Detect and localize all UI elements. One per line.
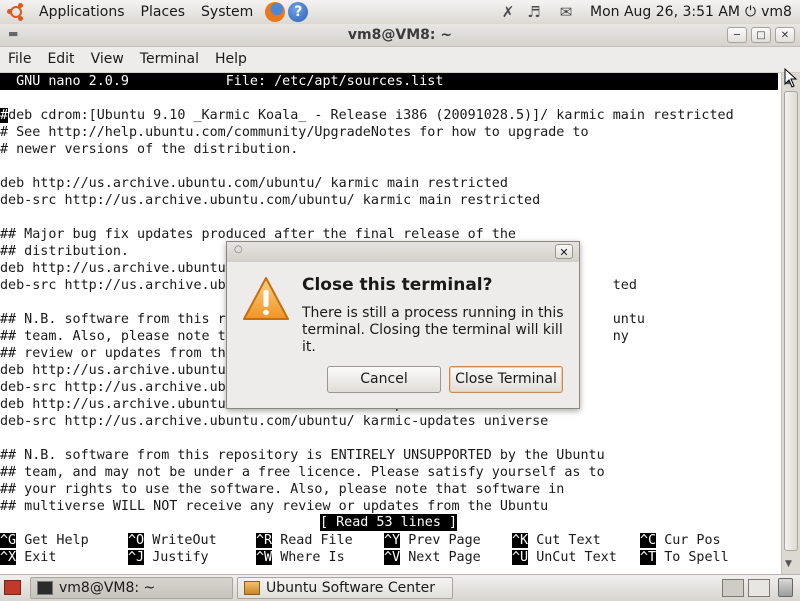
terminal-menubar: File Edit View Terminal Help bbox=[0, 47, 800, 73]
menu-file[interactable]: File bbox=[0, 47, 39, 72]
show-desktop-icon[interactable] bbox=[4, 580, 21, 595]
mouse-pointer-icon bbox=[784, 68, 798, 88]
help-launcher-icon[interactable]: ? bbox=[288, 2, 309, 22]
bottom-panel: vm8@VM8: ~ Ubuntu Software Center bbox=[0, 574, 800, 601]
file-line: ## multiverse WILL NOT receive any revie… bbox=[0, 499, 549, 514]
file-line: deb-src http://us.archive.ubuntu.com/ubu… bbox=[0, 193, 541, 208]
file-line: ## distribution. bbox=[0, 244, 129, 259]
menu-view[interactable]: View bbox=[83, 47, 132, 72]
close-terminal-dialog: ○ ✕ Close this terminal? There is still … bbox=[226, 241, 580, 409]
taskbar-terminal[interactable]: vm8@VM8: ~ bbox=[30, 577, 233, 599]
shortcut-read-file: ^R Read File bbox=[256, 533, 353, 548]
places-menu[interactable]: Places bbox=[133, 0, 194, 24]
cancel-button[interactable]: Cancel bbox=[327, 366, 441, 393]
user-menu[interactable]: ⏻ vm8 bbox=[745, 0, 792, 24]
taskbar-software-center[interactable]: Ubuntu Software Center bbox=[237, 577, 453, 599]
file-line: deb http://us.archive.ubuntu.com/ubuntu/… bbox=[0, 176, 508, 191]
power-icon: ⏻ bbox=[745, 4, 757, 20]
dialog-heading: Close this terminal? bbox=[302, 275, 493, 295]
file-line: ## N.B. software from this repository is… bbox=[0, 448, 605, 463]
shortcut-writeout: ^O WriteOut bbox=[128, 533, 217, 548]
close-terminal-button[interactable]: Close Terminal bbox=[449, 366, 563, 393]
file-line: deb http://us.archive.ubuntu bbox=[0, 261, 226, 276]
terminal-icon bbox=[37, 581, 53, 595]
nano-header: GNU nano 2.0.9 File: /etc/apt/sources.li… bbox=[0, 73, 778, 90]
ubuntu-logo-icon[interactable] bbox=[7, 3, 25, 21]
shortcut-exit: ^X Exit bbox=[0, 550, 57, 565]
applications-menu[interactable]: Applications bbox=[31, 0, 133, 24]
menu-edit[interactable]: Edit bbox=[39, 47, 82, 72]
file-line: ## team, and may not be under a free lic… bbox=[0, 465, 605, 480]
file-line: deb-src http://us.archive.ub bbox=[0, 380, 226, 395]
workspace-switcher-icon[interactable] bbox=[722, 579, 744, 597]
maximize-button[interactable]: □ bbox=[751, 27, 771, 43]
shortcut-prev-page: ^Y Prev Page bbox=[384, 533, 481, 548]
shortcut-justify: ^J Justify bbox=[128, 550, 209, 565]
menu-terminal[interactable]: Terminal bbox=[132, 47, 207, 72]
file-line: # See http://help.ubuntu.com/community/U… bbox=[0, 125, 589, 140]
top-panel: Applications Places System ? ✗ ♬ ✉ Mon A… bbox=[0, 0, 800, 25]
menu-help[interactable]: Help bbox=[207, 47, 255, 72]
window-titlebar[interactable]: ▬ vm8@VM8: ~ ─ □ ✕ bbox=[0, 24, 800, 47]
scrollbar-thumb[interactable] bbox=[784, 91, 798, 551]
file-line: #deb cdrom:[Ubuntu 9.10 _Karmic Koala_ -… bbox=[0, 107, 734, 124]
file-line: deb-src http://us.archive.ubuntu.com/ubu… bbox=[0, 414, 549, 429]
file-line: ## review or updates from th bbox=[0, 346, 226, 361]
dialog-menu-icon[interactable]: ○ bbox=[234, 244, 243, 255]
mail-icon[interactable]: ✉ bbox=[556, 0, 576, 24]
clock[interactable]: Mon Aug 26, 3:51 AM bbox=[590, 0, 740, 24]
software-center-icon bbox=[244, 581, 260, 595]
warning-icon bbox=[243, 277, 289, 320]
close-window-button[interactable]: ✕ bbox=[775, 27, 795, 43]
shortcut-get-help: ^G Get Help bbox=[0, 533, 89, 548]
scroll-down-icon[interactable]: ▼ bbox=[785, 559, 792, 569]
dialog-message: There is still a process running in this… bbox=[302, 305, 564, 355]
file-line: deb http://us.archive.ubuntu bbox=[0, 363, 226, 378]
file-line: # newer versions of the distribution. bbox=[0, 142, 299, 157]
file-line-rest: deb cdrom:[Ubuntu 9.10 _Karmic Koala_ - … bbox=[8, 108, 734, 123]
workspace-switcher-icon[interactable] bbox=[748, 579, 770, 597]
minimize-button[interactable]: ─ bbox=[727, 27, 747, 43]
firefox-launcher-icon[interactable] bbox=[265, 2, 286, 22]
terminal-scrollbar[interactable]: ▲ ▼ bbox=[781, 73, 800, 574]
shortcut-cur-pos: ^C Cur Pos bbox=[640, 533, 721, 548]
system-menu[interactable]: System bbox=[193, 0, 261, 24]
volume-icon[interactable]: ♬ bbox=[524, 0, 544, 24]
taskbar-terminal-label: vm8@VM8: ~ bbox=[59, 580, 156, 596]
trash-icon[interactable] bbox=[778, 578, 793, 597]
dialog-titlebar[interactable]: ○ ✕ bbox=[227, 242, 579, 262]
user-name: vm8 bbox=[761, 4, 792, 20]
shortcut-uncut-text: ^U UnCut Text bbox=[512, 550, 617, 565]
taskbar-software-center-label: Ubuntu Software Center bbox=[266, 580, 435, 596]
dialog-close-button[interactable]: ✕ bbox=[555, 244, 573, 259]
nano-status-message: [ Read 53 lines ] bbox=[320, 514, 458, 531]
shortcut-where-is: ^W Where Is bbox=[256, 550, 345, 565]
file-line: ## your rights to use the software. Also… bbox=[0, 482, 565, 497]
shortcut-cut-text: ^K Cut Text bbox=[512, 533, 601, 548]
network-icon[interactable]: ✗ bbox=[498, 0, 518, 24]
window-title: vm8@VM8: ~ bbox=[347, 27, 453, 43]
text-cursor: # bbox=[0, 108, 9, 123]
shortcut-next-page: ^V Next Page bbox=[384, 550, 481, 565]
shortcut-to-spell: ^T To Spell bbox=[640, 550, 729, 565]
